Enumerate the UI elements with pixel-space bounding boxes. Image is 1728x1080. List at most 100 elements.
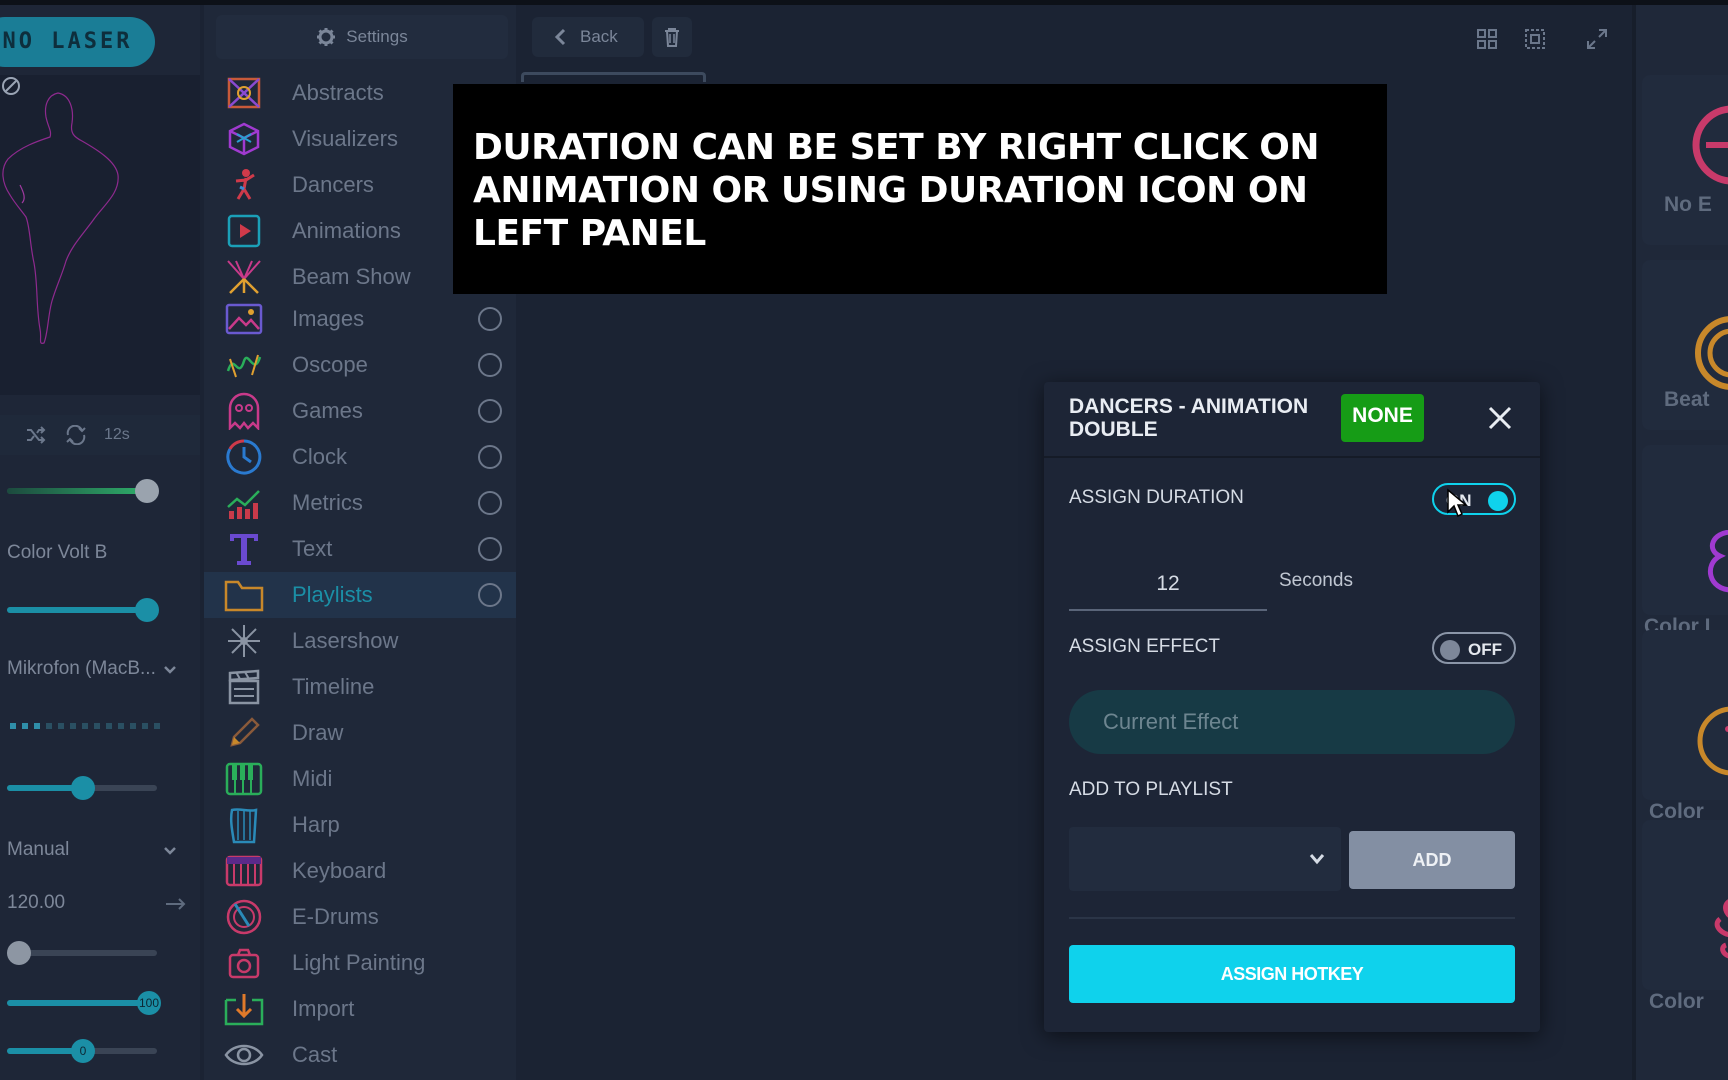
back-label: Back — [580, 27, 618, 46]
caption-text: DURATION CAN BE SET BY RIGHT CLICK ON AN… — [473, 127, 1320, 254]
main-toolbar: Back — [520, 5, 1630, 65]
no-effect-icon — [1692, 105, 1728, 185]
effect-label: Beat — [1664, 388, 1710, 411]
duration-toggle[interactable]: ON — [1432, 483, 1516, 515]
color-effect-icon — [1714, 899, 1728, 959]
audio-device-select[interactable]: Mikrofon (MacB... — [7, 658, 157, 680]
category-item-images[interactable]: Images — [204, 296, 516, 342]
slider-knob[interactable] — [135, 598, 159, 622]
slider-knob[interactable] — [135, 479, 159, 503]
category-item-games[interactable]: Games — [204, 388, 516, 434]
slider-knob[interactable]: 0 — [71, 1039, 95, 1063]
color-slider[interactable] — [7, 598, 159, 622]
size-slider[interactable]: 100 — [7, 991, 161, 1015]
level-segment — [22, 723, 28, 729]
category-item-lasershow[interactable]: Lasershow — [204, 618, 516, 664]
repeat-icon[interactable] — [56, 420, 96, 450]
fullscreen-icon[interactable] — [1583, 25, 1611, 53]
category-item-playlists[interactable]: Playlists — [204, 572, 516, 618]
effect-toggle[interactable]: OFF — [1432, 632, 1516, 664]
mode-select[interactable]: Manual — [7, 839, 69, 861]
draw-icon — [222, 713, 266, 753]
category-label: Draw — [292, 720, 344, 745]
category-item-timeline[interactable]: Timeline — [204, 664, 516, 710]
bpm-value[interactable]: 120.00 — [7, 892, 65, 914]
back-button[interactable]: Back — [532, 17, 644, 57]
category-radio[interactable] — [478, 537, 502, 561]
playlists-icon — [222, 575, 266, 615]
images-icon — [222, 299, 266, 339]
effect-tile[interactable]: Color — [1642, 820, 1728, 1013]
toggle-knob — [1488, 491, 1508, 511]
category-item-keyboard[interactable]: Keyboard — [204, 848, 516, 894]
timeline-icon — [222, 667, 266, 707]
cast-icon — [222, 1035, 266, 1075]
effect-tile[interactable]: No E — [1642, 75, 1728, 245]
duration-readout[interactable]: 12s — [104, 426, 130, 444]
category-radio[interactable] — [478, 307, 502, 331]
add-button[interactable]: ADD — [1349, 831, 1515, 889]
category-item-midi[interactable]: Midi — [204, 756, 516, 802]
category-item-text[interactable]: Text — [204, 526, 516, 572]
level-segment — [46, 723, 52, 729]
speed-slider[interactable] — [7, 941, 157, 965]
category-label: Light Painting — [292, 950, 426, 975]
category-item-metrics[interactable]: Metrics — [204, 480, 516, 526]
category-radio[interactable] — [478, 491, 502, 515]
block-icon[interactable] — [0, 75, 22, 97]
assign-hotkey-button[interactable]: ASSIGN HOTKEY — [1069, 945, 1515, 1003]
brightness-slider[interactable] — [7, 479, 159, 503]
effect-tile[interactable]: Color I — [1642, 445, 1728, 638]
playlist-select[interactable] — [1069, 827, 1341, 891]
duration-input[interactable]: 12 — [1069, 559, 1267, 611]
slider-knob[interactable] — [7, 941, 31, 965]
left-control-panel: NO LASER 12s Color Volt B Mikrofon (MacB… — [0, 5, 200, 1080]
category-item-e-drums[interactable]: E-Drums — [204, 894, 516, 940]
category-item-light-painting[interactable]: Light Painting — [204, 940, 516, 986]
select-icon[interactable] — [1521, 25, 1549, 53]
effect-label: No E — [1664, 193, 1712, 216]
category-item-oscope[interactable]: Oscope — [204, 342, 516, 388]
grid-icon[interactable] — [1473, 25, 1501, 53]
level-segment — [118, 723, 124, 729]
chevron-left-icon — [554, 28, 566, 46]
slider-knob[interactable]: 100 — [137, 991, 161, 1015]
shuffle-icon[interactable] — [16, 420, 56, 450]
settings-button[interactable]: Settings — [216, 15, 508, 59]
effect-tile[interactable]: Color — [1642, 630, 1728, 823]
category-label: Animations — [292, 218, 401, 243]
metrics-icon — [222, 483, 266, 523]
category-item-cast[interactable]: Cast — [204, 1032, 516, 1078]
toggle-label: OFF — [1468, 640, 1502, 659]
category-item-clock[interactable]: Clock — [204, 434, 516, 480]
effect-tile[interactable]: Beat — [1642, 260, 1728, 430]
laser-preview — [0, 75, 200, 395]
category-item-harp[interactable]: Harp — [204, 802, 516, 848]
trash-icon[interactable] — [652, 17, 692, 57]
category-item-import[interactable]: Import — [204, 986, 516, 1032]
category-label: Oscope — [292, 352, 368, 377]
light-painting-icon — [222, 943, 266, 983]
current-effect-field[interactable]: Current Effect — [1069, 690, 1515, 754]
logo-button[interactable]: NO LASER — [0, 17, 155, 67]
category-label: Metrics — [292, 490, 363, 515]
level-segment — [58, 723, 64, 729]
category-radio[interactable] — [478, 445, 502, 469]
color-effect-icon — [1708, 530, 1728, 593]
level-segment — [154, 723, 160, 729]
chevron-down-icon[interactable] — [162, 662, 178, 678]
close-icon[interactable] — [1486, 404, 1514, 432]
category-radio[interactable] — [478, 399, 502, 423]
category-radio[interactable] — [478, 353, 502, 377]
category-item-draw[interactable]: Draw — [204, 710, 516, 756]
slider-knob[interactable] — [71, 776, 95, 800]
category-label: Clock — [292, 444, 348, 469]
level-segment — [82, 723, 88, 729]
category-radio[interactable] — [478, 583, 502, 607]
category-label: Lasershow — [292, 628, 399, 653]
sensitivity-slider[interactable] — [7, 776, 157, 800]
workspace-tab[interactable] — [521, 72, 706, 82]
offset-slider[interactable]: 0 — [7, 1039, 157, 1063]
chevron-down-icon[interactable] — [162, 843, 178, 859]
arrow-right-icon[interactable] — [165, 898, 187, 910]
